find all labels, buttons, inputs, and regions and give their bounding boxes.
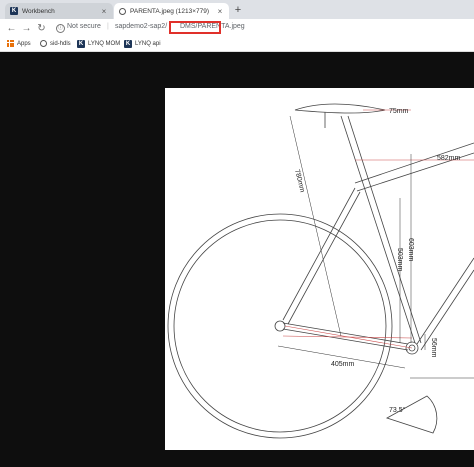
bookmark-lynq-api[interactable]: K LYNQ api: [124, 40, 161, 48]
back-button[interactable]: ←: [6, 23, 17, 34]
dim-line-red-horizontal: [282, 335, 413, 339]
bookmark-sid-hdls[interactable]: sid-hdls: [40, 40, 71, 47]
new-tab-button[interactable]: +: [232, 4, 244, 16]
bike-drawing-image[interactable]: 75mm 582mm 780mm 503mm 603mm 56mm 405mm …: [165, 88, 474, 450]
down-tube-line-b: [420, 269, 474, 351]
bookmark-lynq-mom[interactable]: K LYNQ MOM: [77, 40, 120, 48]
apps-grid-icon: [7, 40, 14, 47]
tab-parenta[interactable]: PARENTA.jpeg (1213×779) ×: [114, 3, 229, 19]
dim-line-seat-tube: [289, 115, 342, 337]
k-logo-icon: K: [124, 40, 132, 48]
globe-icon: [119, 7, 126, 15]
rear-hub-circle: [274, 320, 286, 332]
bookmark-label: LYNQ api: [135, 41, 161, 47]
address-bar[interactable]: ⓘ Not secure | sapdemo2-sap2/ DMS/PARENT…: [50, 21, 470, 36]
info-icon[interactable]: ⓘ: [56, 24, 65, 33]
url-highlight-box: [169, 21, 221, 34]
seat-tube-line-a: [340, 115, 416, 344]
k-logo-icon: K: [10, 7, 18, 15]
label-bb-drop: 56mm: [430, 338, 437, 358]
seat-stay-line-a: [282, 187, 356, 321]
tab-bar: K Workbench × PARENTA.jpeg (1213×779) × …: [0, 0, 474, 19]
reload-button[interactable]: ↻: [36, 23, 47, 34]
label-75mm: 75mm: [389, 108, 409, 115]
forward-button[interactable]: →: [21, 23, 32, 34]
label-angle: 73.5°: [389, 406, 406, 414]
chain-stay-line-b: [282, 322, 409, 345]
saddle-shape: [294, 103, 386, 114]
bookmark-label: Apps: [17, 40, 31, 47]
chain-stay-line-a: [282, 328, 409, 351]
tab-title: Workbench: [22, 7, 55, 15]
address-separator: |: [107, 23, 109, 30]
tab-title: PARENTA.jpeg (1213×779): [130, 7, 210, 15]
browser-toolbar: ← → ↻ ⓘ Not secure | sapdemo2-sap2/ DMS/…: [0, 19, 474, 39]
wheel-inner-circle: [173, 219, 387, 433]
seat-stay-line-b: [287, 191, 361, 325]
close-icon[interactable]: ×: [216, 7, 224, 16]
bookmark-label: sid-hdls: [50, 40, 71, 47]
angle-wedge: [385, 395, 438, 434]
wheel-outer-circle: [167, 213, 393, 439]
tab-workbench[interactable]: K Workbench ×: [5, 3, 113, 19]
close-icon[interactable]: ×: [100, 7, 108, 16]
top-tube-line-a: [354, 142, 474, 184]
label-stack-b: 603mm: [407, 238, 414, 262]
bookmark-label: LYNQ MOM: [88, 41, 121, 47]
k-logo-icon: K: [77, 40, 85, 48]
label-reach: 582mm: [437, 155, 461, 162]
down-tube-line-a: [416, 257, 474, 345]
label-stack-a: 503mm: [396, 248, 403, 272]
globe-icon: [40, 40, 47, 47]
label-chainstay: 405mm: [331, 361, 355, 368]
bike-frame-drawing: 75mm 582mm 780mm 503mm 603mm 56mm 405mm …: [167, 103, 474, 439]
bookmark-apps[interactable]: Apps: [7, 40, 31, 47]
label-seat-tube: 780mm: [293, 169, 305, 194]
bookmarks-bar: Apps sid-hdls K LYNQ MOM K LYNQ api: [0, 38, 474, 52]
security-status: Not secure: [67, 23, 101, 30]
url-host: sapdemo2-sap2/: [115, 23, 168, 30]
